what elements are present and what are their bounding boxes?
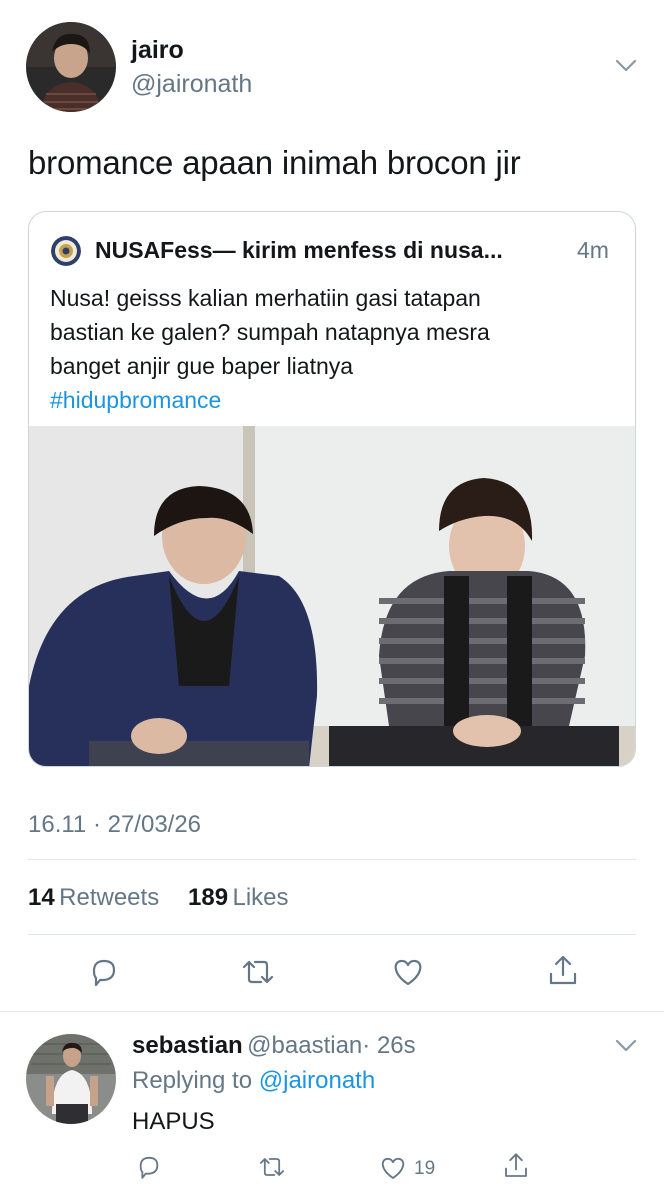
replying-to-prefix: Replying to bbox=[132, 1067, 253, 1094]
quote-time: 4m bbox=[577, 237, 609, 263]
retweets-stat[interactable]: 14 Retweets bbox=[28, 884, 159, 912]
quote-author-name: NUSAFess— kirim menfess di nusa... bbox=[95, 237, 503, 263]
reply-like-count: 19 bbox=[414, 1158, 436, 1179]
retweet-icon[interactable] bbox=[238, 954, 278, 990]
reply-icon[interactable] bbox=[86, 954, 122, 990]
like-icon[interactable] bbox=[377, 1153, 409, 1183]
retweets-count: 14 bbox=[28, 884, 55, 911]
reply-time: · 26s bbox=[362, 1032, 416, 1059]
author-avatar[interactable] bbox=[26, 22, 116, 112]
reply-icon[interactable] bbox=[134, 1152, 164, 1182]
share-icon[interactable] bbox=[545, 952, 581, 990]
replying-to: Replying to @jaironath bbox=[132, 1067, 375, 1095]
divider bbox=[28, 934, 636, 935]
reply-author-handle[interactable]: @baastian bbox=[247, 1032, 362, 1059]
retweets-label: Retweets bbox=[59, 884, 160, 911]
divider bbox=[28, 859, 636, 860]
author-name[interactable]: jairo bbox=[131, 36, 184, 65]
likes-label: Likes bbox=[232, 884, 289, 911]
tweet-timestamp[interactable]: 16.11 · 27/03/26 bbox=[28, 811, 201, 839]
quote-text-line-2: bastian ke galen? sumpah natapnya mesra bbox=[50, 319, 490, 345]
reply-text: HAPUS bbox=[132, 1108, 215, 1135]
tweet-text: bromance apaan inimah brocon jir bbox=[28, 144, 521, 181]
share-icon[interactable] bbox=[501, 1150, 531, 1182]
likes-count: 189 bbox=[188, 884, 229, 911]
chevron-down-icon[interactable] bbox=[612, 56, 640, 76]
divider bbox=[0, 1011, 664, 1012]
reply-author-name[interactable]: sebastian bbox=[132, 1032, 243, 1059]
quote-text-line-1: Nusa! geisss kalian merhatiin gasi tatap… bbox=[50, 285, 481, 311]
quote-photo[interactable] bbox=[29, 426, 635, 766]
reply-avatar[interactable] bbox=[26, 1034, 116, 1124]
like-icon[interactable] bbox=[389, 954, 427, 990]
author-handle[interactable]: @jaironath bbox=[131, 70, 252, 99]
replying-to-handle[interactable]: @jaironath bbox=[259, 1067, 375, 1094]
retweet-icon[interactable] bbox=[256, 1152, 288, 1182]
quote-text-line-3: banget anjir gue baper liatnya bbox=[50, 353, 354, 379]
quoted-tweet-card[interactable]: NUSAFess— kirim menfess di nusa... 4m Nu… bbox=[28, 211, 636, 767]
quote-avatar bbox=[51, 236, 81, 266]
likes-stat[interactable]: 189 Likes bbox=[188, 884, 289, 912]
chevron-down-icon[interactable] bbox=[612, 1036, 640, 1056]
quote-hashtag[interactable]: #hidupbromance bbox=[50, 383, 221, 417]
reply-header: sebastian @baastian· 26s bbox=[132, 1032, 416, 1060]
